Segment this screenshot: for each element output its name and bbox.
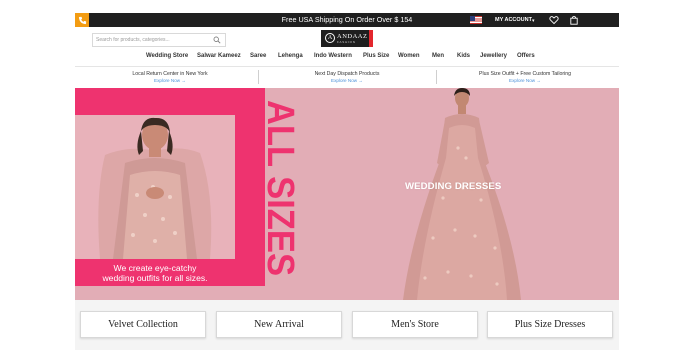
caption-line-2: wedding outfits for all sizes.: [102, 273, 208, 283]
explore-now-link[interactable]: Explore Now →: [80, 78, 260, 83]
all-sizes-text: ALL SIZES: [262, 100, 300, 276]
benefit-title: Next Day Dispatch Products: [314, 71, 380, 77]
banner-caption: We create eye-catchy wedding outfits for…: [75, 259, 235, 286]
search-box: [92, 33, 226, 47]
hero-banner[interactable]: We create eye-catchy wedding outfits for…: [75, 88, 619, 300]
site-logo[interactable]: A ANDAAZ FASHION: [321, 30, 373, 47]
nav-item-women[interactable]: Women: [398, 53, 420, 59]
shipping-banner-text: Free USA Shipping On Order Over $ 154: [281, 15, 413, 24]
logo-name: ANDAAZ: [337, 33, 368, 40]
all-sizes-vertical-text: ALL SIZES: [262, 100, 300, 276]
nav-item-saree[interactable]: Saree: [250, 53, 266, 59]
nav-item-jewellery[interactable]: Jewellery: [480, 53, 507, 59]
nav-item-offers[interactable]: Offers: [517, 53, 535, 59]
shopping-bag-icon[interactable]: [569, 15, 579, 25]
nav-item-salwar-kameez[interactable]: Salwar Kameez: [197, 53, 241, 59]
benefit-title: Plus Size Outfit + Free Custom Tailoring: [478, 71, 572, 77]
chevron-down-icon[interactable]: ▾: [532, 18, 535, 24]
search-input[interactable]: [96, 34, 206, 46]
wedding-dress-model-image: [403, 88, 521, 300]
benefit-title: Local Return Center in New York: [132, 71, 208, 77]
top-bar: Free USA Shipping On Order Over $ 154 MY…: [75, 13, 619, 27]
benefit-return-center[interactable]: Local Return Center in New York Explore …: [80, 71, 260, 83]
caption-line-1: We create eye-catchy: [113, 263, 197, 273]
nav-item-men[interactable]: Men: [432, 53, 444, 59]
nav-item-kids[interactable]: Kids: [457, 53, 470, 59]
nav-item-indo-western[interactable]: Indo Western: [314, 53, 352, 59]
category-plus-size-dresses-button[interactable]: Plus Size Dresses: [487, 311, 613, 338]
benefit-next-day-dispatch[interactable]: Next Day Dispatch Products Explore Now →: [257, 71, 437, 83]
benefit-plus-size-tailoring[interactable]: Plus Size Outfit + Free Custom Tailoring…: [435, 71, 615, 83]
category-mens-store-button[interactable]: Men's Store: [352, 311, 478, 338]
logo-subtitle: FASHION: [337, 40, 356, 44]
nav-item-plus-size[interactable]: Plus Size: [363, 53, 389, 59]
nav-divider: [75, 66, 619, 67]
page-frame: Free USA Shipping On Order Over $ 154 MY…: [75, 13, 619, 350]
main-nav: Wedding Store Salwar Kameez Saree Leheng…: [75, 53, 619, 65]
logo-accent-bar: [369, 30, 373, 47]
category-velvet-collection-button[interactable]: Velvet Collection: [80, 311, 206, 338]
category-new-arrival-button[interactable]: New Arrival: [216, 311, 342, 338]
nav-item-lehenga[interactable]: Lehenga: [278, 53, 303, 59]
wedding-dresses-label[interactable]: WEDDING DRESSES: [405, 181, 501, 192]
heart-icon[interactable]: [549, 15, 559, 25]
us-flag-icon[interactable]: [470, 16, 482, 24]
explore-now-link[interactable]: Explore Now →: [435, 78, 615, 83]
explore-now-link[interactable]: Explore Now →: [257, 78, 437, 83]
logo-mark: A: [325, 33, 335, 43]
nav-item-wedding-store[interactable]: Wedding Store: [146, 53, 188, 59]
plus-size-model-image: [75, 115, 235, 259]
search-icon[interactable]: [213, 36, 221, 44]
my-account-link[interactable]: MY ACCOUNT: [495, 13, 532, 27]
